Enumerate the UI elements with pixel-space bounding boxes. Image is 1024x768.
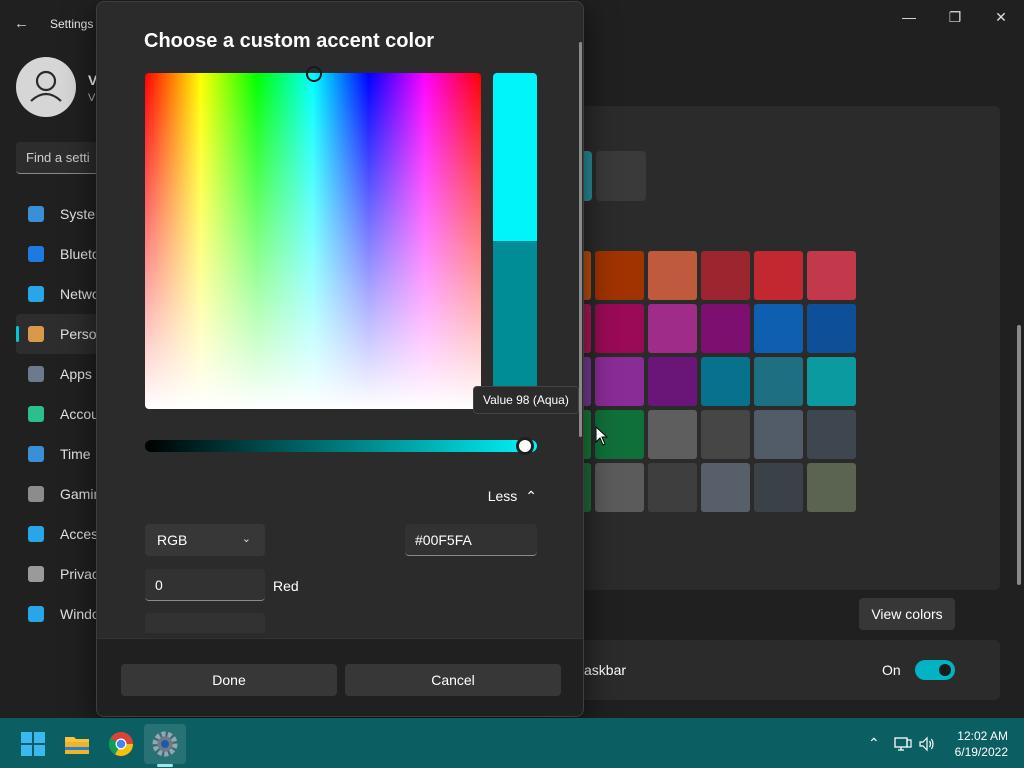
close-button[interactable]: ✕ [978,6,1024,28]
color-swatch[interactable] [648,357,697,406]
apps-icon [28,366,44,382]
sidebar-item-label: Netwo [60,286,100,302]
new-color-preview [493,73,537,241]
chrome-icon[interactable] [108,731,134,757]
color-swatch[interactable] [754,410,803,459]
sidebar-item-label: Apps [60,366,92,382]
value-slider-thumb[interactable] [516,437,535,455]
sidebar-item-label: Accou [60,406,99,422]
sidebar-item-label: Syster [60,206,100,222]
color-swatch[interactable] [701,251,750,300]
color-swatch[interactable] [701,304,750,353]
color-swatch[interactable] [754,251,803,300]
color-swatch[interactable] [807,304,856,353]
color-swatch[interactable] [595,463,644,512]
file-explorer-icon[interactable] [64,731,90,757]
color-swatch[interactable] [807,463,856,512]
old-color-preview [493,241,537,409]
red-input[interactable]: 0 [145,569,265,601]
recent-color-swatch[interactable] [596,151,646,201]
color-swatch[interactable] [595,251,644,300]
color-swatch[interactable] [807,410,856,459]
spectrum-handle[interactable] [306,66,322,82]
taskbar-clock[interactable]: 12:02 AM 6/19/2022 [938,728,1008,760]
hex-input[interactable]: #00F5FA [405,524,537,556]
minimize-button[interactable]: — [886,6,932,28]
view-colors-button[interactable]: View colors [859,598,955,630]
done-button[interactable]: Done [121,664,337,696]
brush-icon [28,326,44,342]
gamepad-icon [28,486,44,502]
avatar[interactable] [16,57,76,117]
wifi-icon [28,286,44,302]
red-label: Red [273,578,299,594]
sidebar-item-label: Privac [60,566,99,582]
sidebar-item-label: Windo [60,606,100,622]
color-swatch[interactable] [648,251,697,300]
color-swatch[interactable] [701,357,750,406]
monitor-icon [28,206,44,222]
back-arrow-icon[interactable]: ← [14,14,34,34]
person-icon [28,406,44,422]
color-swatch[interactable] [754,357,803,406]
sidebar-item-label: Perso [60,326,97,342]
color-spectrum[interactable] [145,73,481,409]
less-label: Less [487,488,518,504]
person-icon [30,70,62,102]
active-app-indicator [157,764,173,767]
chevron-up-icon[interactable]: ⌃ [868,735,880,752]
bluetooth-icon [28,246,44,262]
color-mode-value: RGB [157,532,188,548]
shield-icon [28,566,44,582]
page-scrollbar[interactable] [1017,325,1021,585]
less-button[interactable]: Less ⌃ [487,486,537,506]
accent-taskbar-toggle[interactable] [915,660,955,680]
color-swatch[interactable] [807,357,856,406]
accent-on-taskbar-label: askbar [584,662,627,678]
color-preview [493,73,537,409]
value-slider[interactable] [145,440,537,452]
color-swatch[interactable] [701,410,750,459]
color-swatch[interactable] [595,357,644,406]
user-email: V [88,92,96,104]
color-swatch[interactable] [754,463,803,512]
cancel-button[interactable]: Cancel [345,664,561,696]
sidebar-item-label: Blueto [60,246,100,262]
chevron-up-icon: ⌃ [525,487,537,504]
dialog-title: Choose a custom accent color [144,30,435,52]
chevron-down-icon: ⌄ [241,533,251,545]
toggle-knob [939,664,951,676]
sidebar-item-label: Time [60,446,91,462]
color-swatch[interactable] [595,304,644,353]
app-title: Settings [50,17,94,31]
settings-icon[interactable] [152,731,178,757]
clock-time: 12:02 AM [957,729,1008,743]
clock-date: 6/19/2022 [954,745,1008,759]
mouse-cursor-icon [595,426,609,446]
color-swatch[interactable] [754,304,803,353]
update-icon [28,606,44,622]
color-mode-select[interactable]: RGB ⌄ [145,524,265,556]
value-tooltip: Value 98 (Aqua) [473,386,579,414]
maximize-button[interactable]: ❐ [932,6,978,28]
toggle-state-label: On [882,662,901,678]
green-input[interactable] [145,613,265,633]
color-swatch[interactable] [648,410,697,459]
dialog-scrollbar[interactable] [579,42,582,437]
clock-globe-icon [28,446,44,462]
custom-accent-color-dialog: Choose a custom accent color Value 98 (A… [96,1,584,717]
color-swatch[interactable] [648,304,697,353]
start-icon[interactable] [20,731,46,757]
network-icon[interactable] [894,736,912,752]
color-swatch[interactable] [807,251,856,300]
accessibility-icon [28,526,44,542]
color-swatch[interactable] [701,463,750,512]
sidebar-item-label: Acces [60,526,99,542]
color-swatch[interactable] [648,463,697,512]
volume-icon[interactable] [918,736,936,752]
